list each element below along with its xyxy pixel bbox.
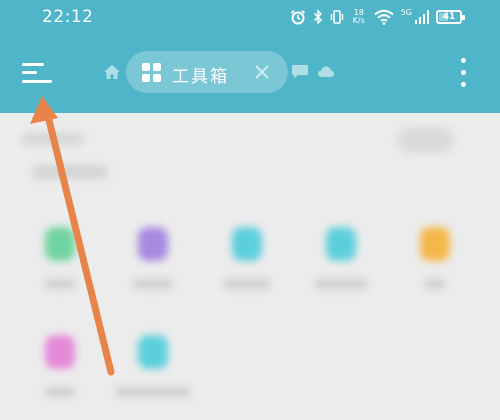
app-icon[interactable] [420, 227, 450, 261]
network-type: 5G [400, 7, 412, 17]
app-label [133, 279, 173, 289]
app-icon[interactable] [138, 227, 168, 261]
vibrate-icon [330, 10, 343, 24]
cloud-icon[interactable] [317, 65, 335, 78]
tab-label: 工具箱 [172, 67, 229, 87]
top-app-bar: 22:12 18 K/s 5G 41 工具箱 [0, 0, 500, 113]
wifi-icon [374, 9, 394, 25]
app-icon[interactable] [326, 227, 356, 261]
chat-bubble-icon[interactable] [291, 64, 309, 80]
close-icon[interactable] [254, 64, 270, 80]
app-label [115, 387, 191, 397]
app-icon[interactable] [232, 227, 262, 261]
app-label [223, 279, 271, 289]
app-label [45, 279, 75, 289]
battery-level: 41 [442, 12, 456, 22]
tab-toolbox[interactable]: 工具箱 [126, 51, 288, 93]
status-bar: 22:12 18 K/s 5G 41 [0, 0, 500, 36]
subsection-header-placeholder [32, 165, 108, 179]
grid-icon [142, 63, 161, 82]
net-speed: 18 K/s [351, 9, 367, 25]
section-action-placeholder [398, 127, 454, 153]
signal-icon [415, 10, 429, 24]
alarm-icon [290, 10, 305, 25]
section-header-placeholder [22, 133, 84, 145]
battery-indicator: 41 [436, 10, 465, 24]
bluetooth-icon [313, 9, 322, 25]
toolbox-content-blurred [0, 113, 500, 420]
app-label [424, 279, 446, 289]
more-vertical-icon[interactable] [458, 57, 470, 89]
status-time: 22:12 [42, 7, 94, 27]
net-speed-unit: K/s [352, 16, 365, 25]
app-icon[interactable] [45, 335, 75, 369]
home-icon[interactable] [103, 64, 121, 80]
app-icon[interactable] [138, 335, 168, 369]
app-icon[interactable] [45, 227, 75, 261]
hamburger-menu-icon[interactable] [22, 60, 52, 86]
app-label [45, 387, 75, 397]
status-icons: 18 K/s 5G 41 [290, 6, 465, 28]
app-label [314, 279, 368, 289]
